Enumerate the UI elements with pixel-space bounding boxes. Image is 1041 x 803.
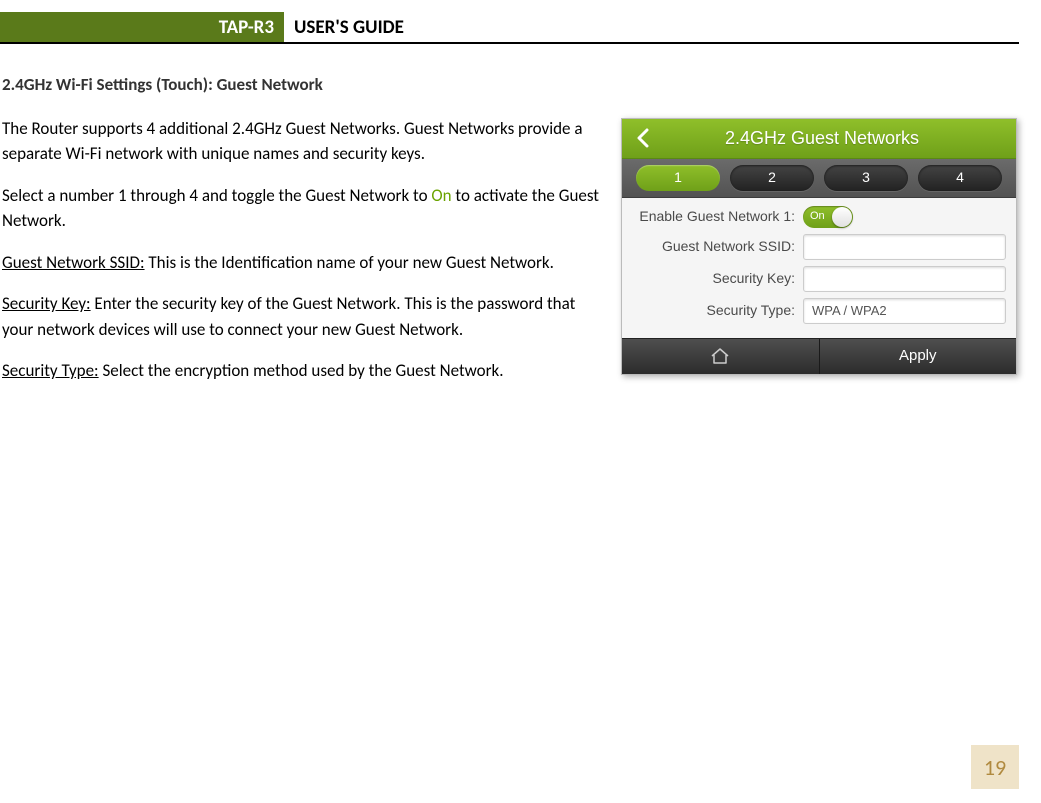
ssid-label: Guest Network SSID: [628,236,803,257]
device-form: Enable Guest Network 1: On Guest Network… [622,198,1016,338]
security-type-select[interactable]: WPA / WPA2 [803,298,1006,324]
security-type-term: Security Type: [2,360,99,381]
device-screenshot: 2.4GHz Guest Networks 1 2 3 4 Enable Gue… [621,118,1017,375]
device-title: 2.4GHz Guest Networks [658,125,1010,152]
device-footer: Apply [622,338,1016,374]
page-header: TAP-R3 USER'S GUIDE [0,12,1019,44]
ssid-input[interactable] [803,234,1006,260]
security-key-term: Security Key: [2,293,91,314]
tab-network-3[interactable]: 3 [824,165,908,191]
security-key-input[interactable] [803,266,1006,292]
enable-label: Enable Guest Network 1: [628,206,803,227]
security-type-label: Security Type: [628,300,803,321]
security-type-desc: Select the encryption method used by the… [99,360,504,381]
doc-title: USER'S GUIDE [284,12,404,42]
network-tabs: 1 2 3 4 [622,159,1016,198]
activate-paragraph: Select a number 1 through 4 and toggle t… [2,183,601,234]
enable-toggle[interactable]: On [803,206,853,228]
intro-paragraph: The Router supports 4 additional 2.4GHz … [2,116,601,167]
chevron-left-icon [636,128,650,148]
product-tag: TAP-R3 [14,12,284,42]
security-type-paragraph: Security Type: Select the encryption met… [2,358,601,384]
tab-network-1[interactable]: 1 [636,165,720,191]
security-key-label: Security Key: [628,268,803,289]
tab-network-2[interactable]: 2 [730,165,814,191]
ssid-paragraph: Guest Network SSID: This is the Identifi… [2,250,601,276]
toggle-on-text: On [803,208,825,225]
home-button[interactable] [622,339,820,374]
ssid-term: Guest Network SSID: [2,252,145,273]
home-icon [710,347,730,365]
back-button[interactable] [628,123,658,153]
apply-button[interactable]: Apply [820,339,1017,374]
page-content: 2.4GHz Wi-Fi Settings (Touch): Guest Net… [0,44,1041,400]
toggle-knob [832,207,852,227]
on-highlight: On [431,185,451,206]
page-number: 19 [971,745,1019,789]
tab-network-4[interactable]: 4 [918,165,1002,191]
activate-text-a: Select a number 1 through 4 and toggle t… [2,185,431,206]
header-accent [0,12,14,42]
security-key-paragraph: Security Key: Enter the security key of … [2,291,601,342]
section-title: 2.4GHz Wi-Fi Settings (Touch): Guest Net… [2,72,1017,98]
ssid-desc: This is the Identification name of your … [145,252,554,273]
device-topbar: 2.4GHz Guest Networks [622,119,1016,159]
